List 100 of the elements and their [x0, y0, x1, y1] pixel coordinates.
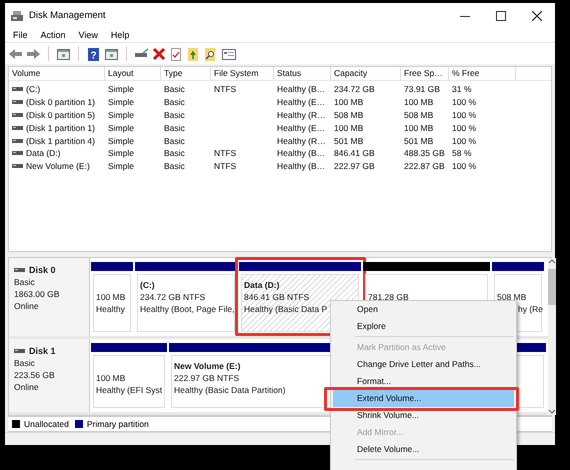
table-cell-text: 501 MB: [333, 136, 364, 146]
drive-icon: [12, 98, 23, 106]
table-cell-text: 100 %: [451, 110, 478, 120]
help-icon[interactable]: ?: [86, 46, 101, 60]
back-icon[interactable]: [8, 46, 23, 60]
drive-icon: [12, 110, 23, 119]
column-header[interactable]: Status: [274, 67, 331, 80]
menu-item[interactable]: Action: [40, 30, 66, 40]
table-cell: New Volume (E:): [26, 161, 90, 172]
table-cell-text: 222.87 GB: [403, 161, 446, 172]
table-cell-text: Basic: [163, 110, 186, 120]
partition-status: Healthy (Basic Data P: [244, 303, 328, 315]
app-icon: [11, 10, 23, 21]
table-cell-text: 31 %: [451, 84, 472, 94]
scroll-up-icon[interactable]: [548, 258, 556, 265]
window-icon[interactable]: [221, 46, 237, 60]
table-cell-text: Healthy (E…: [276, 97, 326, 108]
partition-status: Healthy: [96, 303, 125, 315]
panel-icon[interactable]: [56, 46, 71, 60]
partition-size: 100 MB: [96, 291, 126, 303]
partition-title: Data (D:): [244, 279, 280, 291]
table-cell-text: 100 MB: [333, 97, 364, 108]
column-header[interactable]: % Free: [449, 67, 516, 80]
folder-icon[interactable]: [186, 46, 200, 60]
table-cell-text: 488.35 GB: [403, 148, 446, 158]
drive-icon: [14, 266, 25, 274]
table-cell-text: Healthy (R…: [276, 136, 327, 146]
table-cell: (Disk 1 partition 4): [26, 136, 95, 146]
column-header[interactable]: Volume: [9, 67, 105, 80]
table-cell: (Disk 0 partition 5): [26, 110, 95, 120]
disk-type: Basic: [14, 276, 35, 288]
drive-icon: [12, 149, 23, 158]
table-cell-text: NTFS: [213, 84, 238, 94]
table-cell: (Disk 0 partition 1): [26, 97, 95, 108]
drive-icon: [12, 136, 23, 145]
disk-type: Basic: [14, 357, 35, 369]
partition-size: 508 MB: [497, 291, 526, 303]
forward-icon[interactable]: [26, 46, 41, 60]
column-header[interactable]: Free Sp…: [401, 67, 449, 80]
partition-bar: [91, 262, 133, 271]
partition-size: 222.97 GB NTFS: [174, 372, 240, 384]
table-cell: (Disk 1 partition 1): [26, 122, 95, 133]
table-cell-text: Simple: [107, 161, 135, 172]
table-cell-text: Basic: [163, 97, 186, 108]
table-cell-text: 58 %: [451, 148, 472, 158]
partition-status: Healthy (EFI Syst: [96, 384, 162, 396]
column-header[interactable]: File System: [211, 67, 274, 80]
drive-icon: [14, 347, 25, 355]
table-cell-text: 234.72 GB: [333, 84, 376, 94]
disk-name: Disk 0: [29, 264, 56, 276]
window-title: Disk Management: [29, 10, 107, 21]
panel-icon[interactable]: [104, 46, 119, 60]
partition-bar: [492, 262, 544, 271]
drive-icon: [12, 124, 23, 132]
close-icon[interactable]: [532, 10, 542, 20]
column-header[interactable]: Layout: [105, 67, 161, 80]
table-cell-text: 100 %: [451, 161, 478, 172]
table-cell-text: Simple: [107, 97, 135, 108]
drive-icon: [12, 162, 23, 170]
delete-icon[interactable]: [152, 46, 166, 60]
table-cell-text: Basic: [163, 148, 186, 158]
folder-search-icon[interactable]: [203, 46, 218, 60]
column-header[interactable]: Type: [161, 67, 211, 80]
table-cell-text: 508 MB: [333, 110, 364, 120]
menu-item[interactable]: View: [78, 30, 98, 40]
table-cell-text: NTFS: [213, 161, 238, 172]
table-cell-text: 100 %: [451, 122, 478, 133]
scroll-down-icon[interactable]: [548, 408, 556, 415]
scrollbar-thumb[interactable]: [548, 269, 556, 305]
table-cell-text: Simple: [107, 148, 135, 158]
table-cell-text: Basic: [163, 161, 186, 172]
table-cell: (C:): [26, 84, 40, 94]
table-cell-text: Healthy (B…: [276, 161, 326, 172]
table-cell-text: 222.97 GB: [333, 161, 376, 172]
partition-status: Healthy (Basic Data Partition): [174, 384, 286, 396]
table-cell: Data (D:): [26, 148, 60, 158]
menu-item[interactable]: File: [13, 30, 28, 40]
table-cell-text: Simple: [107, 136, 135, 146]
partition-title: New Volume (E:): [174, 360, 240, 372]
menu-item[interactable]: Extend Volume...: [333, 390, 514, 407]
table-cell-text: NTFS: [213, 148, 238, 158]
maximize-icon[interactable]: [496, 10, 506, 20]
disk-size: 223.56 GB: [14, 369, 55, 381]
partition-status: Healthy (Boot, Page File,: [140, 303, 234, 315]
disk-name: Disk 1: [29, 345, 56, 357]
table-cell-text: 100 %: [451, 136, 478, 146]
document-icon[interactable]: [169, 46, 183, 60]
partition-title: (C:): [140, 279, 155, 291]
table-cell-text: 100 %: [451, 97, 478, 108]
menu-item[interactable]: Shrink Volume...: [333, 407, 514, 424]
partition-status: hy (Re: [518, 303, 544, 315]
column-header[interactable]: Capacity: [331, 67, 401, 80]
table-cell-text: 508 MB: [403, 110, 434, 120]
menu-item[interactable]: Delete Volume...: [333, 441, 514, 458]
menu-item[interactable]: Change Drive Letter and Paths...: [333, 356, 514, 373]
table-cell-text: 501 MB: [403, 136, 434, 146]
table-cell-text: Healthy (R…: [276, 110, 327, 120]
menu-item[interactable]: Help: [110, 30, 130, 40]
menu-item[interactable]: Format...: [333, 373, 514, 390]
legend-label: Unallocated: [24, 419, 69, 429]
